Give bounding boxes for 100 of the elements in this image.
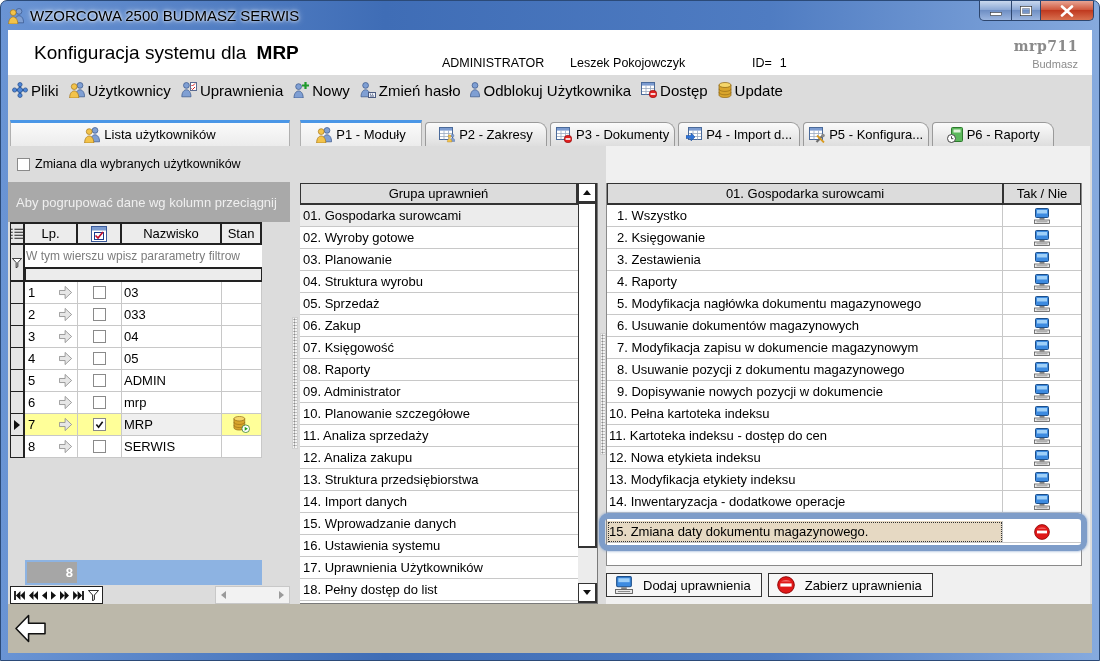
splitter-handle[interactable] — [600, 333, 606, 455]
row-header[interactable] — [10, 414, 25, 436]
toolbar-button[interactable]: Użytkownicy — [68, 81, 171, 99]
computer-icon[interactable] — [1034, 383, 1050, 400]
computer-icon[interactable] — [1034, 471, 1050, 488]
back-button[interactable] — [15, 614, 46, 643]
row-header[interactable] — [10, 282, 25, 304]
table-cell[interactable]: 14. Inwentaryzacja - dodatkowe operacje — [607, 491, 1003, 513]
checkbox[interactable] — [93, 440, 106, 453]
right-arrow-icon[interactable] — [59, 440, 72, 453]
column-header[interactable] — [78, 222, 122, 245]
checkbox[interactable] — [93, 308, 106, 321]
right-arrow-icon[interactable] — [59, 374, 72, 387]
scroll-up-button[interactable] — [578, 183, 597, 203]
computer-icon[interactable] — [1034, 273, 1050, 290]
row-header[interactable] — [10, 326, 25, 348]
table-cell[interactable]: 1. Wszystko — [607, 205, 1003, 227]
checkbox[interactable] — [93, 374, 106, 387]
right-arrow-icon[interactable] — [59, 418, 72, 431]
right-arrow-icon[interactable] — [59, 352, 72, 365]
first-record-icon[interactable] — [14, 590, 25, 600]
column-chooser-button[interactable] — [10, 222, 25, 245]
toolbar-button[interactable]: Odblokuj Użytkownika — [470, 81, 632, 99]
tab[interactable]: P6 - Raporty — [932, 122, 1055, 146]
checkbox[interactable] — [93, 352, 106, 365]
table-cell[interactable]: 2. Księgowanie — [607, 227, 1003, 249]
column-header[interactable]: Nazwisko — [122, 222, 222, 245]
row-header[interactable] — [10, 348, 25, 370]
previous-record-icon[interactable] — [42, 590, 47, 600]
right-arrow-icon[interactable] — [59, 286, 72, 299]
action-button[interactable]: Zabierz uprawnienia — [767, 573, 933, 597]
table-cell[interactable]: 7. Modyfikacja zapisu w dokumencie magazynowym — [607, 337, 1003, 359]
table-cell[interactable]: 6. Usuwanie dokumentów magazynowych — [607, 315, 1003, 337]
computer-icon[interactable] — [1034, 229, 1050, 246]
checkbox[interactable] — [93, 330, 106, 343]
list-item[interactable]: 01. Gospodarka surowcami — [300, 205, 578, 227]
computer-icon[interactable] — [1034, 493, 1050, 510]
previous-page-icon[interactable] — [29, 590, 38, 600]
tab[interactable]: P4 - Import d... — [678, 122, 801, 146]
checkbox[interactable] — [93, 418, 106, 431]
computer-icon[interactable] — [1034, 449, 1050, 466]
checkbox[interactable] — [93, 286, 106, 299]
table-cell[interactable]: 4. Raporty — [607, 271, 1003, 293]
minimize-button[interactable] — [979, 1, 1012, 21]
tab[interactable]: P5 - Konfigura... — [803, 122, 930, 146]
table-cell[interactable]: 13. Modyfikacja etykiety indeksu — [607, 469, 1003, 491]
toolbar-button[interactable]: Uprawnienia — [180, 81, 284, 99]
computer-icon[interactable] — [1034, 295, 1050, 312]
computer-icon[interactable] — [1034, 251, 1050, 268]
maximize-button[interactable] — [1012, 1, 1041, 21]
column-header[interactable]: 01. Gospodarka surowcami — [607, 183, 1003, 205]
row-header[interactable] — [10, 370, 25, 392]
toolbar-button[interactable]: Update — [717, 81, 783, 99]
row-header[interactable] — [10, 436, 25, 458]
toolbar-button[interactable]: Zmień hasło — [359, 81, 461, 99]
toolbar-button[interactable]: Dostęp — [641, 81, 708, 99]
column-header[interactable]: Tak / Nie — [1003, 183, 1081, 205]
checkbox[interactable] — [93, 396, 106, 409]
next-record-icon[interactable] — [51, 590, 56, 600]
table-cell[interactable]: 15. Zmiana daty dokumentu magazynowego. — [607, 521, 1003, 543]
tab[interactable]: P2 - Zakresy — [425, 122, 547, 146]
table-cell[interactable]: 11. Kartoteka indeksu - dostęp do cen — [607, 425, 1003, 447]
tab[interactable]: P3 - Dokumenty — [550, 122, 676, 146]
column-header[interactable]: Lp. — [25, 222, 78, 245]
next-page-icon[interactable] — [60, 590, 69, 600]
splitter-handle[interactable] — [292, 317, 298, 449]
tab[interactable]: Lista użytkowników — [10, 120, 290, 146]
table-cell[interactable]: 9. Dopisywanie nowych pozycji w dokumencie — [607, 381, 1003, 403]
scrollbar-thumb[interactable] — [578, 203, 597, 548]
table-cell[interactable]: 12. Nowa etykieta indeksu — [607, 447, 1003, 469]
table-cell[interactable]: 5. Modyfikacja nagłówka dokumentu magazynowego — [607, 293, 1003, 315]
row-header[interactable] — [10, 392, 25, 414]
table-cell[interactable]: 3. Zestawienia — [607, 249, 1003, 271]
filter-field[interactable] — [25, 267, 262, 282]
computer-icon[interactable] — [1034, 317, 1050, 334]
table-cell[interactable]: 10. Pełna kartoteka indeksu — [607, 403, 1003, 425]
filter-icon[interactable] — [88, 589, 99, 601]
action-button[interactable]: Dodaj uprawnienia — [606, 573, 762, 597]
no-entry-icon[interactable] — [1034, 523, 1050, 540]
toolbar-button[interactable]: Nowy — [293, 81, 350, 99]
checkbox-label[interactable]: Zmiana dla wybranych użytkowników — [35, 157, 241, 171]
checkbox[interactable] — [17, 157, 30, 171]
computer-icon[interactable] — [1034, 361, 1050, 378]
computer-icon[interactable] — [1034, 207, 1050, 224]
column-header[interactable]: Stan — [222, 222, 262, 245]
column-header[interactable]: Grupa uprawnień — [300, 183, 578, 205]
table-cell[interactable]: 8. Usuwanie pozycji z dokumentu magazynowego — [607, 359, 1003, 381]
close-button[interactable] — [1041, 1, 1094, 21]
row-header[interactable] — [10, 304, 25, 326]
computer-icon[interactable] — [1034, 339, 1050, 356]
computer-icon[interactable] — [1034, 405, 1050, 422]
scroll-down-button[interactable] — [578, 583, 597, 603]
vertical-scrollbar[interactable] — [578, 183, 597, 603]
right-arrow-icon[interactable] — [59, 396, 72, 409]
right-arrow-icon[interactable] — [59, 308, 72, 321]
right-arrow-icon[interactable] — [59, 330, 72, 343]
computer-icon[interactable] — [1034, 427, 1050, 444]
last-record-icon[interactable] — [73, 590, 84, 600]
toolbar-button[interactable]: Pliki — [12, 81, 59, 99]
tab[interactable]: P1 - Moduły — [300, 120, 422, 146]
